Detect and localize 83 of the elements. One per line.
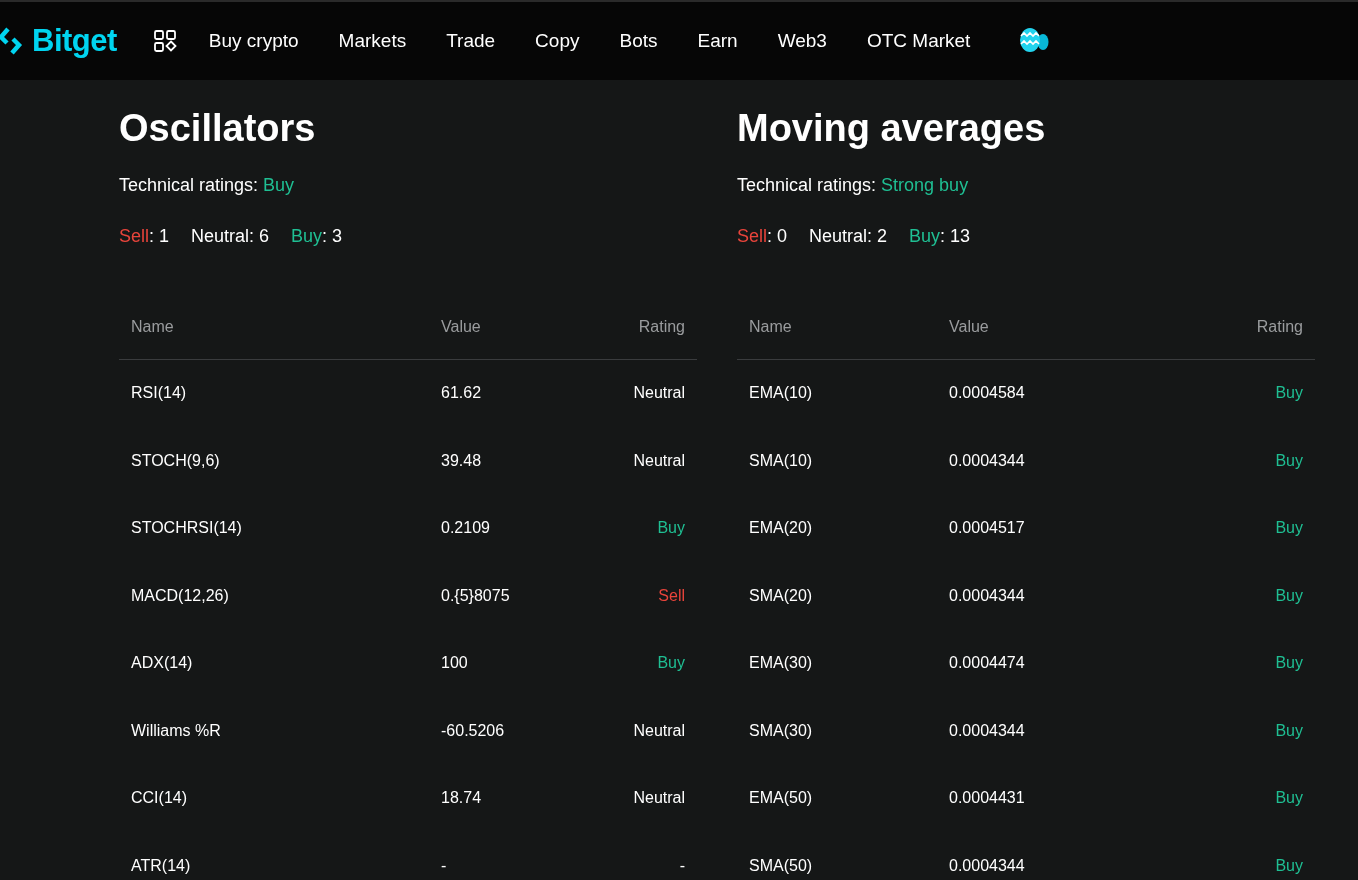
count-label: Buy: [909, 224, 941, 248]
table-cell-text: 0.0004474: [949, 653, 1026, 674]
column-header: Value: [949, 317, 990, 338]
rating-cell-text: Buy: [1274, 855, 1304, 876]
nav-link[interactable]: Markets: [338, 26, 407, 56]
rating-cell-text: Buy: [1274, 383, 1304, 404]
table-cell-text: SMA(10): [748, 450, 814, 471]
table-cell-text: -: [441, 855, 448, 876]
nav-link[interactable]: Copy: [535, 26, 580, 56]
table-cell-text: CCI(14): [130, 788, 188, 809]
count-value: : 0: [767, 224, 788, 248]
count-label: Neutral: [191, 224, 250, 248]
table-cell-text: Williams %R: [130, 720, 222, 741]
table-cell-text: STOCHRSI(14): [130, 518, 243, 539]
nav-link[interactable]: Web3: [777, 26, 827, 56]
rating-cell-text: Neutral: [632, 788, 686, 809]
table-cell-text: ADX(14): [130, 653, 194, 674]
rating-value: Buy: [263, 174, 295, 195]
rating-cell-text: Neutral: [632, 383, 686, 404]
column-header: Name: [130, 317, 175, 338]
rating-cell-text: Buy: [1274, 653, 1304, 674]
table-cell-text: EMA(20): [748, 518, 814, 539]
table-cell-text: 0.0004344: [949, 585, 1026, 606]
table-cell-text: -60.5206: [441, 720, 506, 741]
column-header: Rating: [1255, 317, 1304, 338]
easter-egg-icon[interactable]: [1018, 27, 1051, 55]
table-cell-text: 100: [441, 653, 469, 674]
rating-cell-text: Buy: [1274, 788, 1304, 809]
apps-grid-icon[interactable]: [152, 29, 177, 53]
nav-link[interactable]: Bots: [619, 26, 658, 56]
table-cell-text: 18.74: [441, 788, 483, 809]
count-value: : 6: [249, 224, 270, 248]
rating-cell-text: Buy: [1274, 585, 1304, 606]
nav-link[interactable]: OTC Market: [866, 26, 971, 56]
table-cell-text: 0.0004344: [949, 450, 1026, 471]
rating-cell-text: Buy: [656, 518, 686, 539]
nav-link[interactable]: Buy crypto: [208, 26, 299, 56]
rating-cell-text: Buy: [1274, 518, 1304, 539]
count-label: Neutral: [809, 224, 868, 248]
column-header: Value: [441, 317, 482, 338]
logo-text[interactable]: Bitget: [32, 17, 117, 65]
table-cell-text: 39.48: [441, 450, 483, 471]
count-value: : 3: [322, 224, 343, 248]
table-cell-text: 0.0004584: [949, 383, 1026, 404]
rating-cell-text: Sell: [657, 585, 686, 606]
count-label: Sell: [119, 224, 149, 248]
table-cell-text: SMA(20): [748, 585, 814, 606]
table-cell-text: 0.0004517: [949, 518, 1026, 539]
table-cell-text: 0.{5}8075: [441, 585, 511, 606]
rating-value: Strong buy: [881, 174, 969, 195]
nav-link[interactable]: Trade: [446, 26, 496, 56]
table-cell-text: 61.62: [441, 383, 483, 404]
section-title: Moving averages: [737, 106, 1047, 151]
section-title: Oscillators: [119, 106, 317, 151]
rating-cell-text: Neutral: [632, 720, 686, 741]
table-cell-text: 0.0004344: [949, 855, 1026, 876]
nav-link[interactable]: Earn: [697, 26, 738, 56]
table-cell-text: 0.2109: [441, 518, 491, 539]
ratings-label: Technical ratings:: [737, 174, 878, 195]
rating-cell-text: -: [678, 855, 686, 876]
ratings-label: Technical ratings:: [119, 174, 260, 195]
rating-cell-text: Buy: [1274, 720, 1304, 741]
column-header: Name: [748, 317, 793, 338]
count-label: Sell: [737, 224, 767, 248]
rating-cell-text: Buy: [656, 653, 686, 674]
table-cell-text: EMA(10): [748, 383, 814, 404]
table-cell-text: STOCH(9,6): [130, 450, 221, 471]
table-cell-text: EMA(30): [748, 653, 814, 674]
table-cell-text: ATR(14): [130, 855, 192, 876]
table-cell-text: 0.0004344: [949, 720, 1026, 741]
rating-cell-text: Buy: [1274, 450, 1304, 471]
table-cell-text: 0.0004431: [949, 788, 1026, 809]
count-value: : 2: [867, 224, 888, 248]
table-cell-text: SMA(30): [748, 720, 814, 741]
column-header: Rating: [637, 317, 686, 338]
table-cell-text: RSI(14): [130, 383, 188, 404]
table-cell-text: EMA(50): [748, 788, 814, 809]
table-cell-text: MACD(12,26): [130, 585, 230, 606]
count-value: : 13: [940, 224, 971, 248]
table-cell-text: SMA(50): [748, 855, 814, 876]
rating-cell-text: Neutral: [632, 450, 686, 471]
count-value: : 1: [149, 224, 170, 248]
count-label: Buy: [291, 224, 323, 248]
